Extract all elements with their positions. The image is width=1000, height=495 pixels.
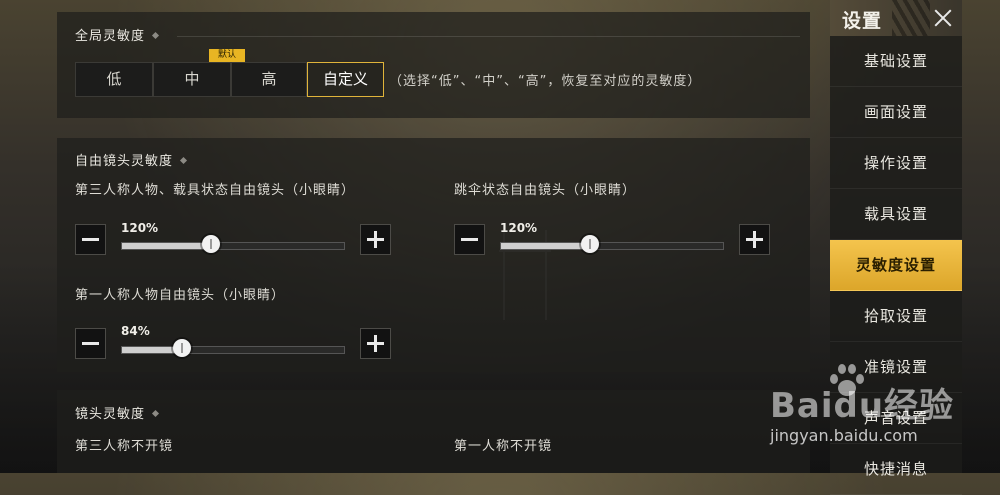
close-icon[interactable] bbox=[930, 5, 956, 31]
slider-label-first-person: 第一人称人物自由镜头（小眼睛） bbox=[75, 288, 286, 303]
increase-button[interactable] bbox=[360, 328, 391, 359]
free-look-sensitivity-panel: 自由镜头灵敏度 第三人称人物、载具状态自由镜头（小眼睛） 120% 跳伞状态自由… bbox=[57, 138, 810, 372]
slider-value: 120% bbox=[500, 221, 538, 235]
first-person-no-scope-label: 第一人称不开镜 bbox=[454, 439, 553, 454]
slider-parachute[interactable] bbox=[500, 235, 724, 253]
info-diamond-icon bbox=[151, 31, 160, 40]
minus-icon bbox=[82, 238, 99, 241]
divider bbox=[177, 36, 800, 37]
sidebar-item-basic[interactable]: 基础设置 bbox=[830, 36, 962, 87]
third-person-no-scope-label: 第三人称不开镜 bbox=[75, 439, 174, 454]
sidebar-item-vehicle[interactable]: 载具设置 bbox=[830, 189, 962, 240]
global-sensitivity-title: 全局灵敏度 bbox=[75, 29, 146, 44]
decrease-button[interactable] bbox=[75, 328, 106, 359]
info-diamond-icon bbox=[179, 156, 188, 165]
sidebar-item-sensitivity[interactable]: 灵敏度设置 bbox=[830, 240, 962, 291]
watermark-brand: Baidu经验 bbox=[770, 386, 955, 426]
slider-thumb[interactable] bbox=[173, 339, 191, 357]
slider-fill bbox=[122, 243, 211, 249]
global-sensitivity-panel: 全局灵敏度 默认 低 中 高 自定义 （选择“低”、“中”、“高”，恢复至对应的… bbox=[57, 12, 810, 118]
minus-icon bbox=[82, 342, 99, 345]
preset-custom-button[interactable]: 自定义 bbox=[307, 62, 384, 97]
slider-thumb[interactable] bbox=[202, 235, 220, 253]
sidebar-item-controls[interactable]: 操作设置 bbox=[830, 138, 962, 189]
sidebar-header: 设置 bbox=[830, 0, 962, 36]
decrease-button[interactable] bbox=[75, 224, 106, 255]
preset-low-button[interactable]: 低 bbox=[75, 62, 153, 97]
slider-third-person-vehicle[interactable] bbox=[121, 235, 345, 253]
slider-first-person[interactable] bbox=[121, 339, 345, 357]
preset-medium-button[interactable]: 中 bbox=[153, 62, 231, 97]
slider-fill bbox=[501, 243, 590, 249]
decrease-button[interactable] bbox=[454, 224, 485, 255]
default-tag: 默认 bbox=[209, 49, 245, 62]
increase-button[interactable] bbox=[739, 224, 770, 255]
slider-thumb[interactable] bbox=[581, 235, 599, 253]
info-diamond-icon bbox=[151, 409, 160, 418]
camera-sensitivity-title: 镜头灵敏度 bbox=[75, 407, 146, 422]
settings-title: 设置 bbox=[842, 10, 883, 32]
preset-hint-text: （选择“低”、“中”、“高”，恢复至对应的灵敏度） bbox=[389, 74, 702, 89]
slider-label-third-person-vehicle: 第三人称人物、载具状态自由镜头（小眼睛） bbox=[75, 183, 356, 198]
watermark-url: jingyan.baidu.com bbox=[770, 426, 918, 445]
slider-value: 84% bbox=[121, 324, 150, 338]
decorative-stripes bbox=[892, 0, 930, 36]
sidebar-item-graphics[interactable]: 画面设置 bbox=[830, 87, 962, 138]
slider-value: 120% bbox=[121, 221, 159, 235]
camera-sensitivity-panel: 镜头灵敏度 第三人称不开镜 第一人称不开镜 bbox=[57, 390, 810, 473]
sidebar-item-pickup[interactable]: 拾取设置 bbox=[830, 291, 962, 342]
baidu-watermark: Baidu经验 jingyan.baidu.com bbox=[770, 360, 990, 470]
preset-high-button[interactable]: 高 bbox=[231, 62, 307, 97]
increase-button[interactable] bbox=[360, 224, 391, 255]
minus-icon bbox=[461, 238, 478, 241]
free-look-title: 自由镜头灵敏度 bbox=[75, 154, 174, 169]
slider-label-parachute: 跳伞状态自由镜头（小眼睛） bbox=[454, 183, 637, 198]
